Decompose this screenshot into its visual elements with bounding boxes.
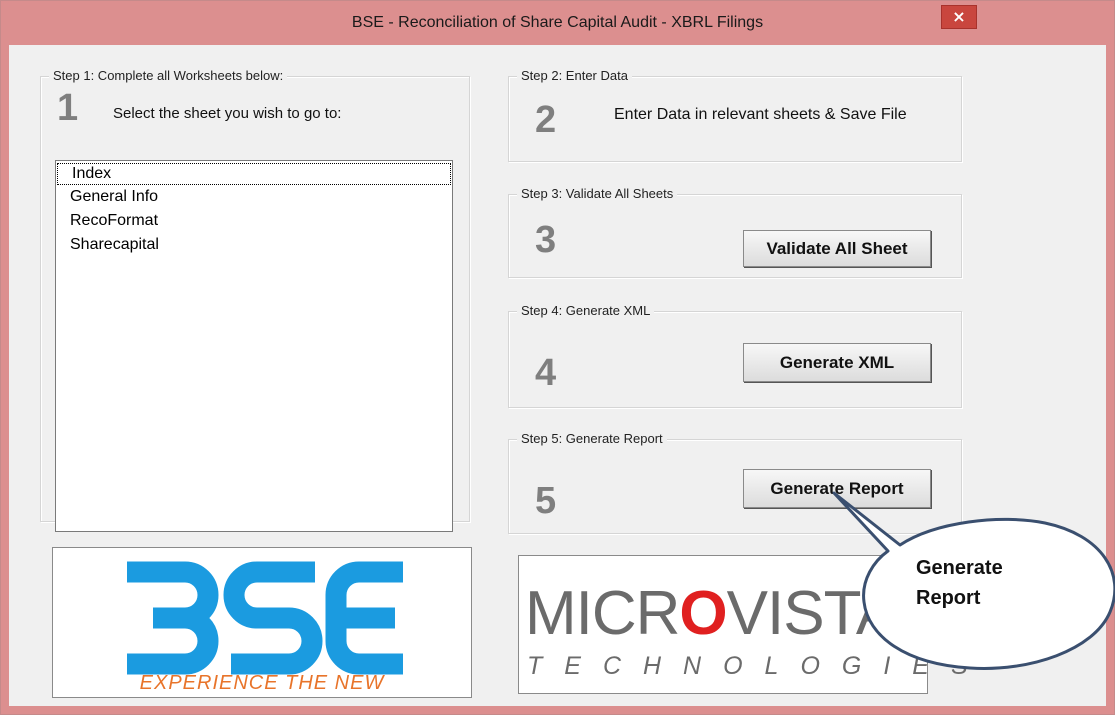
step3-legend: Step 3: Validate All Sheets <box>517 186 678 201</box>
step4-legend: Step 4: Generate XML <box>517 303 655 318</box>
step2-group: Step 2: Enter Data 2 Enter Data in relev… <box>508 68 962 162</box>
bse-logo: EXPERIENCE THE NEW <box>52 547 472 698</box>
step5-number: 5 <box>535 480 557 522</box>
step1-instruction: Select the sheet you wish to go to: <box>113 105 342 122</box>
step5-group: Step 5: Generate Report 5 Generate Repor… <box>508 431 962 534</box>
microvista-wordmark: MICROVISTA <box>525 578 898 649</box>
microvista-logo: MICROVISTA TECHNOLOGIES <box>518 555 968 694</box>
microvista-wordmark-left: MICR <box>525 579 680 648</box>
generate-report-button[interactable]: Generate Report <box>743 469 931 508</box>
microvista-wordmark-o: O <box>679 579 727 648</box>
callout-text: Generate Report <box>916 557 1003 609</box>
step2-number: 2 <box>535 99 557 141</box>
step5-legend: Step 5: Generate Report <box>517 431 667 446</box>
sheet-list-item[interactable]: RecoFormat <box>56 209 452 233</box>
step2-instruction: Enter Data in relevant sheets & Save Fil… <box>614 106 907 123</box>
step2-legend: Step 2: Enter Data <box>517 68 632 83</box>
sheet-list-item[interactable]: Index <box>57 163 451 185</box>
generate-xml-button[interactable]: Generate XML <box>743 343 931 382</box>
step1-group: Step 1: Complete all Worksheets below: 1… <box>40 68 470 532</box>
sheet-list-item[interactable]: General Info <box>56 185 452 209</box>
step3-number: 3 <box>535 219 557 261</box>
step4-number: 4 <box>535 352 557 394</box>
bse-tagline: EXPERIENCE THE NEW <box>139 672 385 694</box>
title-bar[interactable]: BSE - Reconciliation of Share Capital Au… <box>1 1 1114 46</box>
step3-group: Step 3: Validate All Sheets 3 Validate A… <box>508 186 962 278</box>
microvista-wordmark-right: VISTA <box>726 579 898 648</box>
validate-all-sheet-button[interactable]: Validate All Sheet <box>743 230 931 267</box>
close-button[interactable]: × <box>941 5 977 29</box>
sheet-list-item[interactable]: Sharecapital <box>56 233 452 257</box>
sheet-listbox[interactable]: Index General Info RecoFormat Sharecapital <box>55 160 453 532</box>
microvista-tagline: TECHNOLOGIES <box>527 652 990 680</box>
step1-number: 1 <box>57 87 79 129</box>
step4-group: Step 4: Generate XML 4 Generate XML <box>508 303 962 408</box>
step1-legend: Step 1: Complete all Worksheets below: <box>49 68 288 83</box>
